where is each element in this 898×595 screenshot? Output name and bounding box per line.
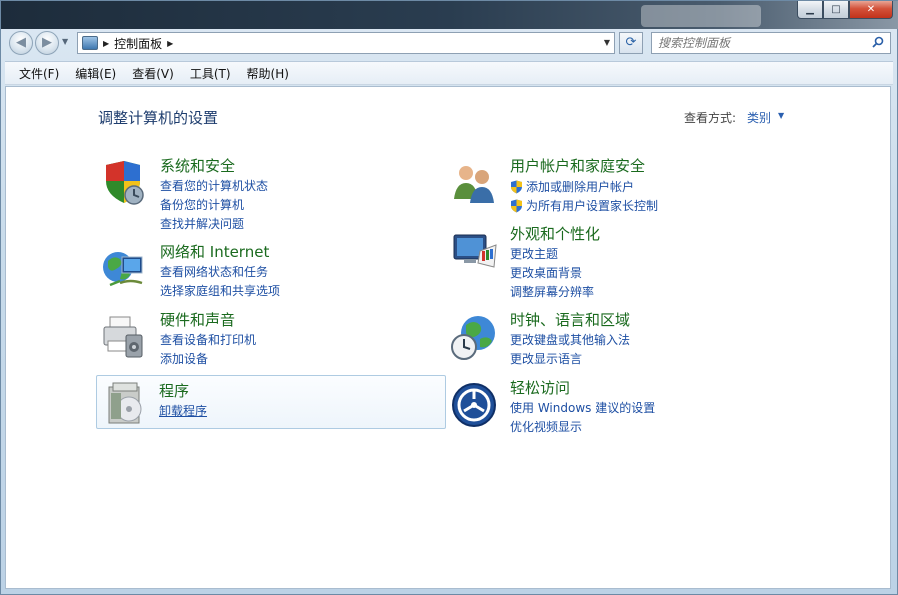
category-hardware-sound: 硬件和声音 查看设备和打印机 添加设备 — [98, 309, 438, 367]
link-label[interactable]: 为所有用户设置家长控制 — [526, 197, 658, 214]
monitor-palette-icon[interactable] — [450, 227, 498, 275]
category-appearance: 外观和个性化 更改主题 更改桌面背景 调整屏幕分辨率 — [448, 223, 788, 299]
category-title[interactable]: 时钟、语言和区域 — [510, 309, 630, 330]
breadcrumb-control-panel[interactable]: 控制面板 — [114, 35, 162, 52]
category-title[interactable]: 轻松访问 — [510, 377, 570, 398]
breadcrumb-arrow-icon[interactable]: ▶ — [103, 39, 109, 48]
search-box[interactable] — [651, 32, 891, 54]
recent-pages-dropdown-icon[interactable]: ▼ — [62, 37, 68, 46]
search-icon[interactable] — [872, 36, 884, 48]
title-bar[interactable]: ▁ □ ✕ — [1, 1, 898, 29]
category-title[interactable]: 程序 — [159, 380, 189, 401]
content-area: 调整计算机的设置 查看方式: 类别 ▼ 系统和安全 查看您的计算机状态 备份您的… — [5, 86, 891, 589]
view-by-label: 查看方式: — [684, 111, 737, 125]
programs-box-icon — [108, 382, 142, 424]
link-add-device[interactable]: 添加设备 — [160, 350, 256, 369]
minimize-button[interactable]: ▁ — [797, 1, 823, 19]
category-title[interactable]: 系统和安全 — [160, 155, 235, 176]
link-recommended-settings[interactable]: 使用 Windows 建议的设置 — [510, 399, 655, 418]
search-input[interactable] — [652, 33, 862, 53]
maximize-button[interactable]: □ — [823, 1, 849, 19]
category-title[interactable]: 网络和 Internet — [160, 241, 269, 262]
control-panel-icon — [82, 36, 98, 50]
category-title[interactable]: 用户帐户和家庭安全 — [510, 155, 645, 176]
category-ease-of-access: 轻松访问 使用 Windows 建议的设置 优化视频显示 — [448, 377, 788, 435]
link-parental-controls[interactable]: 为所有用户设置家长控制 — [510, 196, 658, 215]
view-by-dropdown[interactable]: 类别 — [747, 109, 771, 126]
forward-button[interactable]: ▶ — [35, 31, 59, 55]
category-programs[interactable]: 程序 卸载程序 — [96, 375, 446, 429]
view-by-caret-icon[interactable]: ▼ — [778, 111, 784, 120]
category-network-internet: 网络和 Internet 查看网络状态和任务 选择家庭组和共享选项 — [98, 241, 438, 299]
link-homegroup-sharing[interactable]: 选择家庭组和共享选项 — [160, 282, 280, 301]
link-view-network-status[interactable]: 查看网络状态和任务 — [160, 263, 280, 282]
menu-help[interactable]: 帮助(H) — [239, 65, 297, 82]
link-change-keyboard[interactable]: 更改键盘或其他输入法 — [510, 331, 630, 350]
category-system-security: 系统和安全 查看您的计算机状态 备份您的计算机 查找并解决问题 — [98, 155, 438, 231]
link-change-theme[interactable]: 更改主题 — [510, 245, 594, 264]
breadcrumb-arrow-icon[interactable]: ▶ — [167, 39, 173, 48]
link-label[interactable]: 添加或删除用户帐户 — [526, 178, 634, 195]
uac-shield-icon — [511, 199, 522, 212]
address-dropdown-icon[interactable]: ▼ — [604, 38, 610, 47]
category-title[interactable]: 硬件和声音 — [160, 309, 235, 330]
clock-globe-icon[interactable] — [450, 313, 498, 361]
printer-speaker-icon[interactable] — [100, 313, 148, 361]
link-devices-printers[interactable]: 查看设备和打印机 — [160, 331, 256, 350]
back-button[interactable]: ◀ — [9, 31, 33, 55]
link-change-display-language[interactable]: 更改显示语言 — [510, 350, 630, 369]
navigation-bar: ◀ ▶ ▼ ▶ 控制面板 ▶ ▼ ⟳ — [5, 29, 893, 57]
refresh-button[interactable]: ⟳ — [619, 32, 643, 54]
link-troubleshoot[interactable]: 查找并解决问题 — [160, 215, 268, 234]
shield-icon[interactable] — [100, 159, 148, 207]
control-panel-window: ▁ □ ✕ ◀ ▶ ▼ ▶ 控制面板 ▶ ▼ ⟳ 文件(F) 编辑(E) 查看(… — [0, 0, 898, 595]
link-change-background[interactable]: 更改桌面背景 — [510, 264, 594, 283]
menu-edit[interactable]: 编辑(E) — [67, 65, 124, 82]
close-button[interactable]: ✕ — [849, 1, 893, 19]
link-backup-computer[interactable]: 备份您的计算机 — [160, 196, 268, 215]
title-bar-glass — [641, 5, 761, 27]
link-uninstall-program[interactable]: 卸载程序 — [159, 402, 207, 421]
menu-file[interactable]: 文件(F) — [11, 65, 67, 82]
category-user-accounts: 用户帐户和家庭安全 添加或删除用户帐户 为所有用户设置家长控制 — [448, 155, 788, 213]
menu-bar: 文件(F) 编辑(E) 查看(V) 工具(T) 帮助(H) — [5, 61, 893, 85]
link-view-computer-status[interactable]: 查看您的计算机状态 — [160, 177, 268, 196]
category-title[interactable]: 外观和个性化 — [510, 223, 600, 244]
page-title: 调整计算机的设置 — [98, 109, 219, 127]
ease-of-access-icon[interactable] — [450, 381, 498, 429]
uac-shield-icon — [511, 180, 522, 193]
menu-tools[interactable]: 工具(T) — [182, 65, 239, 82]
users-icon[interactable] — [450, 159, 498, 207]
link-optimize-video[interactable]: 优化视频显示 — [510, 418, 655, 437]
network-globe-icon[interactable] — [100, 245, 148, 293]
link-screen-resolution[interactable]: 调整屏幕分辨率 — [510, 283, 594, 302]
caption-buttons: ▁ □ ✕ — [797, 1, 893, 19]
menu-view[interactable]: 查看(V) — [124, 65, 182, 82]
link-add-remove-accounts[interactable]: 添加或删除用户帐户 — [510, 177, 658, 196]
category-clock-language-region: 时钟、语言和区域 更改键盘或其他输入法 更改显示语言 — [448, 309, 788, 367]
address-bar[interactable]: ▶ 控制面板 ▶ ▼ — [77, 32, 615, 54]
